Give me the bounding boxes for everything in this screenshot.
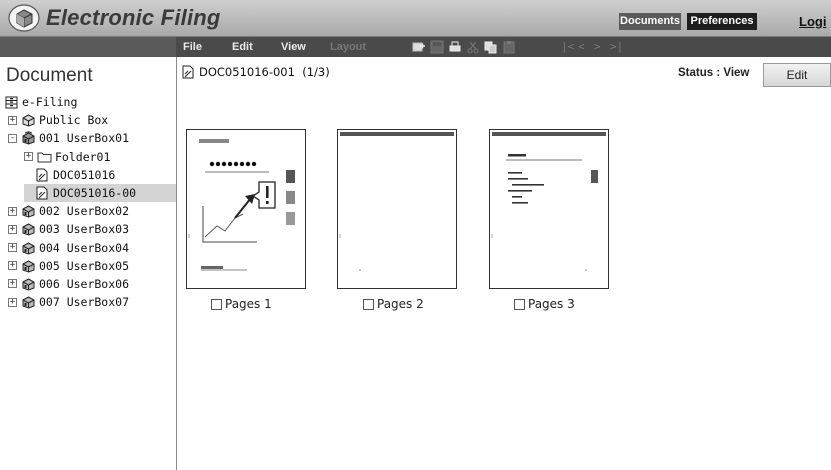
expand-icon[interactable]: + <box>8 261 17 271</box>
expand-icon[interactable]: + <box>8 224 17 234</box>
page-1-label: Pages 1 <box>225 297 272 311</box>
page-1-checkbox[interactable] <box>211 298 222 310</box>
sidebar: Document e-Filing + Public Box - 001 UserBox… <box>0 57 177 470</box>
doc-title: DOC051016-001 <box>199 65 295 79</box>
app-title: Electronic Filing <box>46 5 221 30</box>
status-text: Status : View <box>678 67 750 79</box>
folder-tree: e-Filing + Public Box - 001 UserBox01 + Folder… <box>4 93 176 311</box>
box-icon <box>21 113 36 127</box>
tree-item-folder01[interactable]: + Folder01 <box>4 148 176 166</box>
tree-item-label: 005 UserBox05 <box>39 258 130 273</box>
login-link[interactable]: Logi <box>799 14 826 29</box>
prev-page-icon: < <box>578 40 585 53</box>
tree-item-userbox04[interactable]: +004 UserBox04 <box>4 239 176 257</box>
tree-item-label: 004 UserBox04 <box>39 240 130 255</box>
tree-item-userbox07[interactable]: +007 UserBox07 <box>4 293 176 311</box>
page-2-checkbox[interactable] <box>363 298 374 310</box>
menu-bar: File Edit View Layout |< < > >| <box>0 37 831 57</box>
menu-edit[interactable]: Edit <box>232 37 253 57</box>
expand-icon[interactable]: + <box>24 152 33 162</box>
tree-item-doc051016-001[interactable]: DOC051016-00 <box>24 183 176 203</box>
sidebar-title: Document <box>6 65 93 86</box>
page-3-checkbox[interactable] <box>514 298 525 310</box>
tree-item-label: 002 UserBox02 <box>39 204 130 219</box>
doc-position: (1/3) <box>302 65 330 79</box>
cut-icon <box>466 40 480 54</box>
expand-icon[interactable]: + <box>8 243 17 253</box>
main-content: DOC051016-001 (1/3) Status : View Edit P… <box>177 57 831 470</box>
document-icon <box>35 186 50 200</box>
tree-item-doc051016[interactable]: DOC051016 <box>4 166 176 184</box>
document-icon <box>181 65 196 79</box>
last-page-icon: >| <box>610 40 624 53</box>
user-box-icon <box>21 204 36 218</box>
expand-icon[interactable]: + <box>8 279 17 289</box>
tree-item-label: DOC051016 <box>53 167 116 182</box>
user-box-icon <box>21 295 36 309</box>
first-page-icon: |< <box>561 40 575 53</box>
user-box-icon <box>21 259 36 273</box>
paste-icon <box>502 40 516 54</box>
user-box-icon <box>21 241 36 255</box>
expand-icon[interactable]: + <box>8 206 17 216</box>
tree-item-label: 001 UserBox01 <box>39 131 130 146</box>
menu-bar-left-spacer <box>0 37 176 57</box>
doc-header: DOC051016-001 (1/3) <box>181 65 330 79</box>
expand-icon[interactable]: + <box>8 297 17 307</box>
tree-item-label: 006 UserBox06 <box>39 276 130 291</box>
tree-item-label: 003 UserBox03 <box>39 222 130 237</box>
print-icon[interactable] <box>448 40 462 54</box>
tree-item-userbox05[interactable]: +005 UserBox05 <box>4 257 176 275</box>
top-tabs: Documents Preferences <box>619 13 757 30</box>
insert-page-icon[interactable] <box>412 40 426 54</box>
menu-file[interactable]: File <box>183 37 202 57</box>
user-box-icon <box>21 222 36 236</box>
cabinet-icon <box>4 95 19 109</box>
tree-item-label: DOC051016-00 <box>53 186 137 201</box>
document-icon <box>35 168 50 182</box>
edit-button[interactable]: Edit <box>763 63 831 87</box>
tree-item-label: Folder01 <box>55 149 111 164</box>
page-3-label-group: Pages 3 <box>514 297 575 311</box>
collapse-icon[interactable]: - <box>8 133 17 143</box>
page-2-label: Pages 2 <box>377 297 424 311</box>
tree-item-label: e-Filing <box>22 95 78 110</box>
page-3-label: Pages 3 <box>528 297 575 311</box>
menu-view[interactable]: View <box>281 37 306 57</box>
menu-layout: Layout <box>330 41 367 53</box>
page-thumbnail-1[interactable] <box>186 129 306 289</box>
app-logo: Electronic Filing <box>8 4 221 32</box>
cube-logo-icon <box>8 4 40 32</box>
user-box-icon <box>21 277 36 291</box>
next-page-icon: > <box>594 40 601 53</box>
tree-item-e-filing[interactable]: e-Filing <box>4 93 176 111</box>
tree-item-public-box[interactable]: + Public Box <box>4 111 176 129</box>
save-icon <box>430 40 444 54</box>
tree-item-userbox01[interactable]: - 001 UserBox01 <box>4 129 176 147</box>
copy-icon[interactable] <box>484 40 498 54</box>
page-thumbnail-2[interactable] <box>337 129 457 289</box>
folder-icon <box>37 150 52 164</box>
page-thumbnail-3[interactable] <box>489 129 609 289</box>
user-box-open-icon <box>21 131 36 146</box>
tree-item-userbox02[interactable]: +002 UserBox02 <box>4 202 176 220</box>
page-2-label-group: Pages 2 <box>363 297 424 311</box>
tree-item-label: Public Box <box>39 113 109 128</box>
tree-item-userbox03[interactable]: +003 UserBox03 <box>4 220 176 238</box>
tab-preferences[interactable]: Preferences <box>687 13 757 30</box>
tab-documents[interactable]: Documents <box>619 13 681 30</box>
page-1-label-group: Pages 1 <box>211 297 272 311</box>
tree-item-label: 007 UserBox07 <box>39 295 130 310</box>
expand-icon[interactable]: + <box>8 115 17 125</box>
tree-item-userbox06[interactable]: +006 UserBox06 <box>4 275 176 293</box>
title-bar: Electronic Filing Documents Preferences … <box>0 0 831 37</box>
